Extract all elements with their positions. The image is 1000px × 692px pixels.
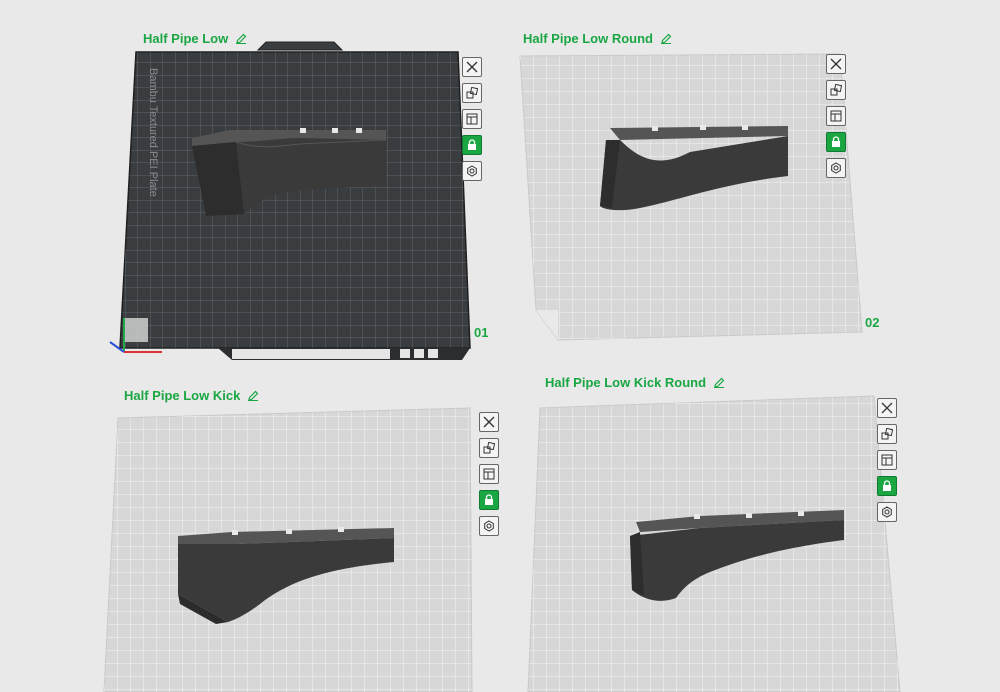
layout-icon[interactable] (877, 450, 897, 470)
close-icon[interactable] (877, 398, 897, 418)
plate-3-toolbar (479, 412, 501, 542)
plate-1-toolbar (462, 57, 484, 187)
lock-icon[interactable] (479, 490, 499, 510)
plate-1-bed-label: Bambu Textured PEI Plate (147, 68, 159, 197)
plate-4-title[interactable]: Half Pipe Low Kick Round (545, 375, 725, 391)
plate-1-title[interactable]: Half Pipe Low (143, 31, 247, 47)
layout-icon[interactable] (462, 109, 482, 129)
arrange-icon[interactable] (479, 438, 499, 458)
edit-pencil-icon[interactable] (247, 389, 259, 404)
plate-4-name: Half Pipe Low Kick Round (545, 375, 707, 390)
plate-1-number: 01 (474, 325, 489, 340)
layout-icon[interactable] (826, 106, 846, 126)
plate-3-name: Half Pipe Low Kick (124, 388, 241, 403)
close-icon[interactable] (462, 57, 482, 77)
plate-handle (256, 41, 344, 51)
close-icon[interactable] (479, 412, 499, 432)
plate-3-title[interactable]: Half Pipe Low Kick (124, 388, 259, 404)
plate-2-title[interactable]: Half Pipe Low Round (523, 31, 672, 47)
settings-icon[interactable] (462, 161, 482, 181)
close-icon[interactable] (826, 54, 846, 74)
settings-icon[interactable] (826, 158, 846, 178)
plate-1-name: Half Pipe Low (143, 31, 229, 46)
lock-icon[interactable] (877, 476, 897, 496)
plate-2[interactable] (519, 53, 863, 341)
plate-3[interactable] (103, 407, 473, 692)
plate-4-toolbar (877, 398, 899, 528)
plate-2-number: 02 (865, 315, 880, 330)
plate-4[interactable] (527, 395, 901, 692)
settings-icon[interactable] (877, 502, 897, 522)
lock-icon[interactable] (826, 132, 846, 152)
arrange-icon[interactable] (877, 424, 897, 444)
plate-2-name: Half Pipe Low Round (523, 31, 653, 46)
arrange-icon[interactable] (826, 80, 846, 100)
edit-pencil-icon[interactable] (235, 32, 247, 47)
layout-icon[interactable] (479, 464, 499, 484)
lock-icon[interactable] (462, 135, 482, 155)
plates-canvas[interactable]: Bambu Textured PEI Plate (0, 0, 1000, 692)
plate-2-toolbar (826, 54, 848, 184)
origin-marker (124, 318, 148, 342)
settings-icon[interactable] (479, 516, 499, 536)
edit-pencil-icon[interactable] (713, 376, 725, 391)
edit-pencil-icon[interactable] (660, 32, 672, 47)
plate-1[interactable] (109, 41, 471, 360)
arrange-icon[interactable] (462, 83, 482, 103)
